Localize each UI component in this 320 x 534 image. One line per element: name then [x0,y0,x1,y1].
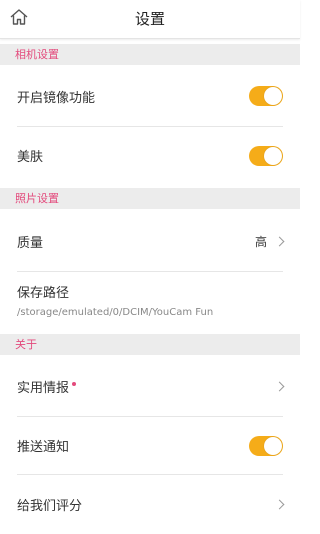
toggle-knob [264,87,282,105]
mirror-toggle[interactable] [249,86,283,106]
setting-row-rate[interactable]: 给我们评分 [0,475,300,533]
setting-row-beauty: 美肤 [0,127,300,184]
mirror-label: 开启镜像功能 [17,90,96,106]
save-path-value: /storage/emulated/0/DCIM/YouCam Fun [17,307,214,318]
setting-row-push: 推送通知 [0,417,300,474]
quality-value-wrap: 高 [254,233,285,250]
tips-label: 实用情报 [17,380,70,396]
chevron-right-icon [274,381,285,391]
tips-label-wrap: 实用情报 [17,377,77,396]
toggle-knob [264,436,282,455]
push-label: 推送通知 [17,440,70,455]
section-header-photo: 照片设置 [0,188,300,209]
chevron-right-icon [274,236,285,246]
setting-row-quality[interactable]: 质量 高 [0,211,300,271]
toggle-knob [264,146,282,165]
page-title: 设置 [134,10,165,28]
section-header-about: 关于 [0,334,300,355]
push-toggle[interactable] [249,435,283,456]
top-bar: 设置 [0,0,300,39]
setting-row-save-path[interactable]: 保存路径 /storage/emulated/0/DCIM/YouCam Fun [17,282,213,318]
new-badge-dot [72,381,77,386]
divider [17,271,283,272]
beauty-label: 美肤 [17,150,44,165]
rate-label: 给我们评分 [17,498,83,514]
beauty-toggle[interactable] [249,145,283,166]
save-path-label: 保存路径 [17,286,70,301]
setting-row-mirror: 开启镜像功能 [0,66,300,126]
chevron-right-icon [274,499,285,509]
setting-row-tips[interactable]: 实用情报 [0,356,300,416]
section-header-camera: 相机设置 [0,44,300,65]
quality-value: 高 [254,234,267,249]
quality-label: 质量 [17,235,44,251]
